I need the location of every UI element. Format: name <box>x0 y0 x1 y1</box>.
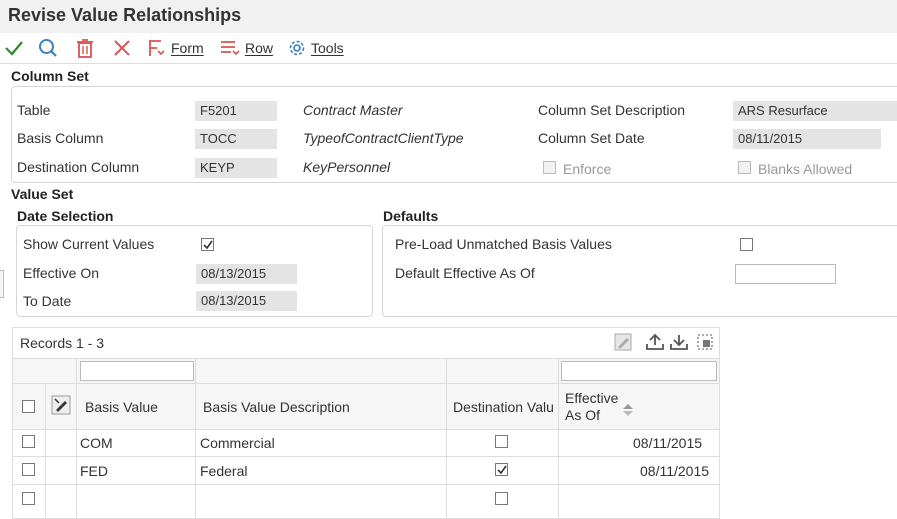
effective-as-of-filter-input[interactable] <box>561 361 717 381</box>
basis-column-label: Basis Column <box>17 130 104 146</box>
form-menu-label: Form <box>171 40 204 56</box>
effective-on-label: Effective On <box>23 265 100 281</box>
basis-description-column-header[interactable]: Basis Value Description <box>203 399 350 415</box>
effective-as-of-cell[interactable]: 08/11/2015 <box>633 435 702 451</box>
records-count: Records 1 - 3 <box>20 335 105 351</box>
cancel-button[interactable] <box>112 37 132 59</box>
tools-menu-button[interactable]: Tools <box>287 37 344 59</box>
form-menu-button[interactable]: Form <box>147 37 204 59</box>
basis-description-cell[interactable]: Federal <box>200 463 247 479</box>
effective-as-of-header-line2[interactable]: As Of <box>565 407 600 423</box>
column-set-description-field: ARS Resurface <box>733 101 897 121</box>
edit-grid-icon[interactable] <box>614 333 632 351</box>
enforce-checkbox[interactable] <box>543 161 556 174</box>
date-selection-heading: Date Selection <box>17 208 114 224</box>
effective-as-of-header-line1[interactable]: Effective <box>565 390 618 406</box>
destination-value-checkbox[interactable] <box>495 492 508 505</box>
basis-value-column-header[interactable]: Basis Value <box>85 399 158 415</box>
row-edit-icon[interactable] <box>51 395 71 415</box>
basis-description-cell[interactable]: Commercial <box>200 435 275 451</box>
to-date-field: 08/13/2015 <box>196 291 297 311</box>
upload-icon[interactable] <box>645 333 665 351</box>
default-effective-as-of-label: Default Effective As Of <box>395 265 535 281</box>
basis-value-cell[interactable]: FED <box>80 463 108 479</box>
delete-button[interactable] <box>76 37 94 59</box>
destination-column-description: KeyPersonnel <box>303 159 391 175</box>
column-set-description-label: Column Set Description <box>538 102 686 118</box>
select-all-checkbox[interactable] <box>22 400 35 413</box>
toolbar: Form Row Tools <box>0 33 897 64</box>
page-title: Revise Value Relationships <box>8 5 242 25</box>
destination-value-checkbox[interactable] <box>495 463 508 476</box>
preload-unmatched-checkbox[interactable] <box>740 238 753 251</box>
records-grid: Records 1 - 3 Basis Value Basis Value De… <box>12 327 720 519</box>
to-date-label: To Date <box>23 293 72 309</box>
search-icon <box>39 39 57 57</box>
effective-on-field: 08/13/2015 <box>196 264 297 284</box>
show-current-values-checkbox[interactable] <box>201 238 214 251</box>
destination-column-field: KEYP <box>195 158 277 178</box>
row-menu-button[interactable]: Row <box>219 37 273 59</box>
blanks-allowed-checkbox[interactable] <box>738 161 751 174</box>
enforce-label: Enforce <box>563 161 612 177</box>
basis-column-description: TypeofContractClientType <box>303 130 464 146</box>
row-menu-label: Row <box>245 40 274 56</box>
row-select-checkbox[interactable] <box>22 463 35 476</box>
destination-column-label: Destination Column <box>17 159 140 175</box>
sort-icon[interactable] <box>622 403 634 417</box>
basis-value-filter-input[interactable] <box>80 361 194 381</box>
default-effective-as-of-input[interactable] <box>735 264 836 284</box>
effective-as-of-cell[interactable]: 08/11/2015 <box>640 463 709 479</box>
gear-icon <box>289 40 305 56</box>
blanks-allowed-label: Blanks Allowed <box>758 161 853 177</box>
find-button[interactable] <box>38 37 58 59</box>
checkmark-icon <box>203 240 213 250</box>
side-panel-handle[interactable] <box>0 270 4 298</box>
column-set-date-label: Column Set Date <box>538 130 645 146</box>
destination-value-column-header[interactable]: Destination Valu <box>453 399 557 415</box>
value-set-heading: Value Set <box>11 186 74 202</box>
destination-value-checkbox[interactable] <box>495 435 508 448</box>
title-bar: Revise Value Relationships <box>0 0 897 33</box>
row-select-checkbox[interactable] <box>22 435 35 448</box>
trash-icon <box>77 39 93 58</box>
checkmark-icon <box>5 41 23 56</box>
maximize-grid-icon[interactable] <box>695 332 715 352</box>
defaults-heading: Defaults <box>383 208 439 224</box>
basis-column-field: TOCC <box>195 129 277 149</box>
table-label: Table <box>17 102 51 118</box>
row-select-checkbox[interactable] <box>22 492 35 505</box>
show-current-values-label: Show Current Values <box>23 236 155 252</box>
table-description: Contract Master <box>303 102 403 118</box>
column-set-date-field: 08/11/2015 <box>733 129 881 149</box>
form-icon <box>149 40 165 56</box>
close-icon <box>114 40 130 56</box>
tools-menu-label: Tools <box>311 40 344 56</box>
row-icon <box>221 41 240 56</box>
download-icon[interactable] <box>669 333 689 351</box>
table-field: F5201 <box>195 101 277 121</box>
preload-unmatched-label: Pre-Load Unmatched Basis Values <box>395 236 612 252</box>
column-set-heading: Column Set <box>11 68 89 84</box>
basis-value-cell[interactable]: COM <box>80 435 113 451</box>
checkmark-icon <box>497 465 507 475</box>
ok-button[interactable] <box>4 37 24 59</box>
